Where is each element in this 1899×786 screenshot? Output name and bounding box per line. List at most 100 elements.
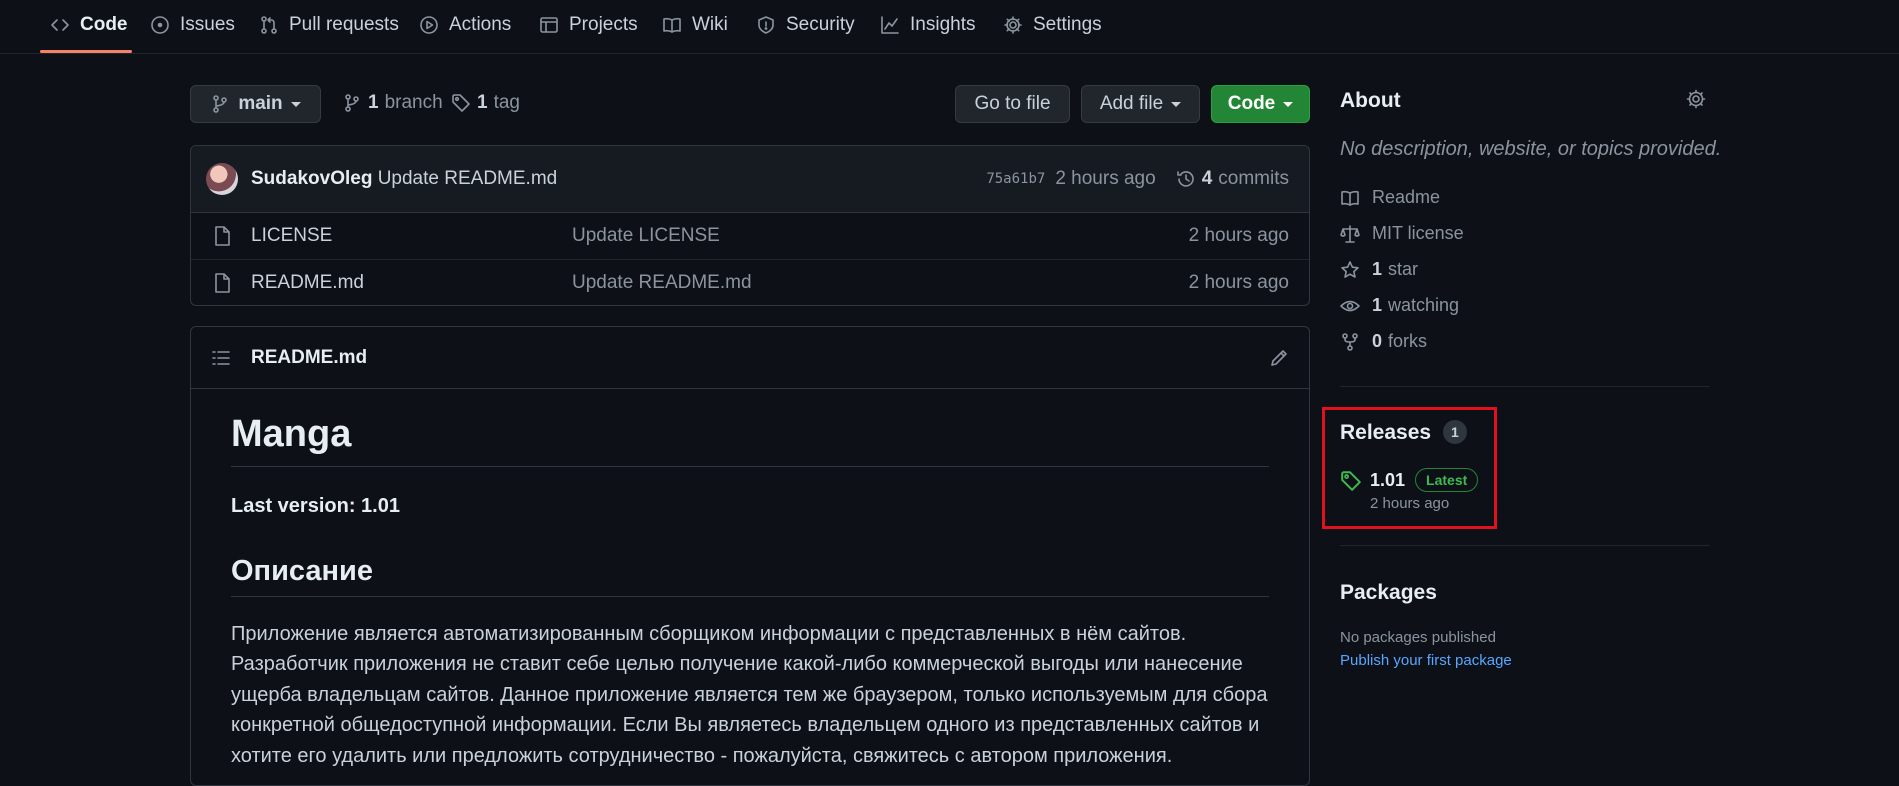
pencil-icon[interactable] [1269,348,1289,368]
branch-select-button[interactable]: main [190,85,321,123]
book-icon [1341,190,1359,206]
file-time: 2 hours ago [1188,225,1289,246]
graph-icon [881,16,899,34]
commit-meta: 75a61b7 2 hours ago 4 commits [986,168,1289,190]
stars-label: star [1388,259,1419,279]
tab-wiki-label: Wiki [692,14,728,35]
file-name[interactable]: LICENSE [251,225,332,247]
file-icon [215,273,230,293]
tab-settings[interactable]: Settings [1003,0,1102,50]
tag-count: 1 [477,92,488,113]
tags-link[interactable]: 1 tag [451,92,520,114]
file-commit-message[interactable]: Update README.md [572,272,752,294]
file-name[interactable]: README.md [251,272,364,294]
active-tab-underline [40,50,132,53]
commit-time: 2 hours ago [1055,168,1156,189]
packages-title[interactable]: Packages [1340,581,1437,605]
tab-issues[interactable]: Issues [150,0,235,50]
gear-icon [1004,16,1022,34]
forks-count: 0 [1372,331,1383,351]
tab-projects[interactable]: Projects [539,0,638,50]
watching-label: watching [1388,295,1460,315]
commit-summary: SudakovOleg Update README.md [251,168,557,190]
tab-pull-requests-label: Pull requests [289,14,399,35]
tab-code-label: Code [80,14,128,35]
go-to-file-label: Go to file [974,93,1051,114]
book-icon [663,17,681,33]
list-icon[interactable] [211,348,231,368]
file-browser: SudakovOleg Update README.md 75a61b7 2 h… [190,145,1310,306]
tag-label: tag [493,92,520,113]
commit-count: 4 [1201,168,1213,189]
tab-security-label: Security [786,14,855,35]
readme-filename: README.md [251,347,368,368]
code-button[interactable]: Code [1211,85,1310,123]
readme-paragraph: Приложение является автоматизированным с… [231,623,1268,767]
tab-security[interactable]: Security [756,0,855,50]
commit-author[interactable]: SudakovOleg [251,168,372,189]
add-file-label: Add file [1099,93,1164,114]
forks-label: forks [1388,331,1428,351]
tab-insights[interactable]: Insights [880,0,975,50]
file-time: 2 hours ago [1188,272,1289,293]
commit-count-label: commits [1218,168,1289,189]
tab-settings-label: Settings [1033,14,1102,35]
law-icon [1340,224,1360,243]
branches-link[interactable]: 1 branch [342,92,443,114]
repo-sidebar: About No description, website, or topics… [1340,0,1721,770]
readme-header: README.md [191,327,1309,389]
add-file-button[interactable]: Add file [1081,85,1200,123]
chevron-down-icon [290,101,301,107]
eye-icon [1340,300,1360,311]
divider [1340,386,1710,387]
go-to-file-button[interactable]: Go to file [955,85,1070,123]
commit-hash[interactable]: 75a61b7 [986,171,1045,187]
branch-name: main [238,93,283,114]
code-icon [51,19,69,31]
chevron-down-icon [1283,101,1294,107]
no-packages-text: No packages published [1340,629,1496,646]
code-button-label: Code [1227,93,1276,114]
about-description: No description, website, or topics provi… [1340,138,1722,160]
tab-issues-label: Issues [180,14,235,35]
publish-package-link[interactable]: Publish your first package [1340,652,1512,669]
license-link-label: MIT license [1372,223,1464,243]
history-icon [1176,171,1194,187]
table-row: LICENSE Update LICENSE 2 hours ago [191,213,1309,259]
file-commit-message[interactable]: Update LICENSE [572,225,720,247]
commit-message[interactable]: Update README.md [378,168,558,189]
highlight-box [1322,407,1497,529]
forks-link[interactable]: 0 forks [1340,331,1427,352]
tab-pull-requests[interactable]: Pull requests [259,0,399,50]
table-row: README.md Update README.md 2 hours ago [191,259,1309,305]
readme-link-label: Readme [1372,187,1441,207]
readme-last-version: Last version: 1.01 [231,495,400,517]
tab-wiki[interactable]: Wiki [662,0,728,50]
chevron-down-icon [1171,101,1182,107]
about-title: About [1340,89,1401,112]
readme-panel: README.md Manga Last version: 1.01 Описа… [190,326,1310,786]
fork-icon [1342,332,1358,351]
gear-icon[interactable] [1686,89,1706,109]
watching-link[interactable]: 1 watching [1340,295,1459,316]
file-icon [215,226,230,246]
shield-icon [758,16,774,34]
branch-icon [345,94,359,112]
license-link[interactable]: MIT license [1340,223,1464,244]
readme-title: Manga [231,413,1269,467]
commits-link[interactable]: 4 commits [1176,168,1289,190]
tab-code[interactable]: Code [50,0,128,50]
branch-icon [213,95,228,113]
avatar[interactable] [206,163,238,195]
tab-actions-label: Actions [449,14,512,35]
branch-label: branch [384,92,443,113]
watching-count: 1 [1372,295,1383,315]
readme-link[interactable]: Readme [1340,187,1440,208]
tab-projects-label: Projects [569,14,638,35]
table-icon [540,17,558,33]
star-icon [1341,260,1359,278]
tab-actions[interactable]: Actions [419,0,511,50]
stars-link[interactable]: 1 star [1340,259,1418,280]
readme-section-title: Описание [231,555,1269,597]
pull-request-icon [261,16,277,34]
